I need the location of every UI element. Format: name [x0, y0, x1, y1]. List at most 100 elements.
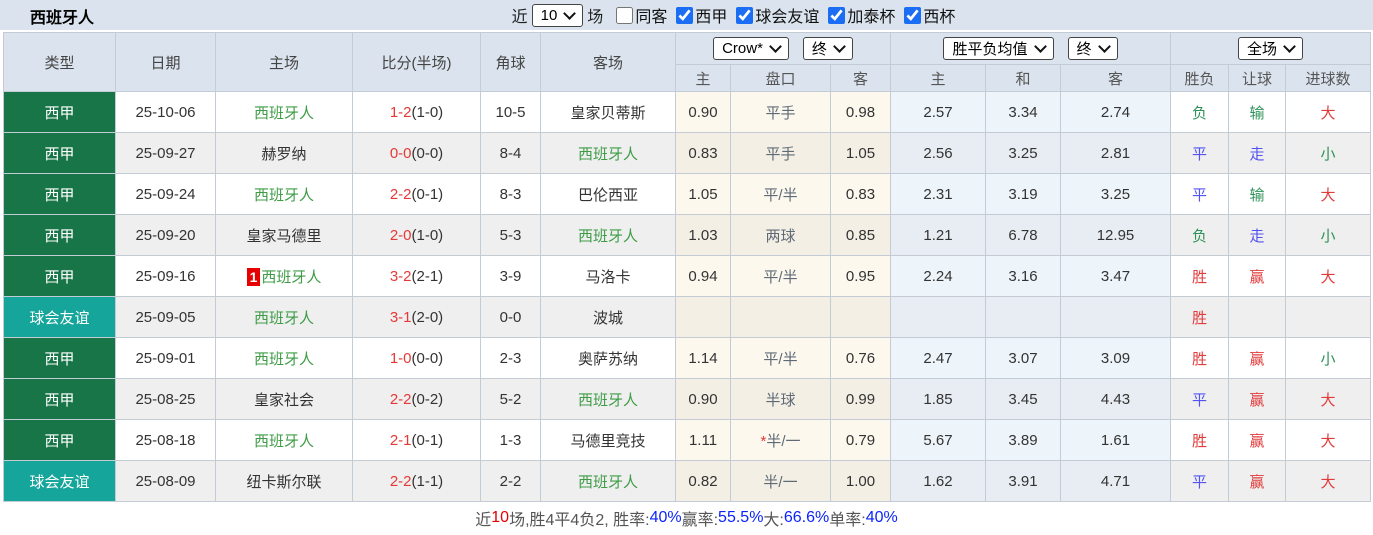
- cell-asia-away: 0.76: [831, 338, 891, 379]
- cell-date: 25-09-24: [116, 174, 216, 215]
- team-name: 巴伦西亚: [578, 187, 638, 204]
- cell-competition: 西甲: [4, 92, 116, 133]
- cell-score: 0-0(0-0): [353, 133, 481, 174]
- scope-select[interactable]: 全场: [1238, 37, 1303, 60]
- filter-controls: 近 10 场 同客 西甲 球会友谊 加泰杯 西杯: [508, 3, 956, 27]
- matches-count-select[interactable]: 10: [532, 4, 584, 27]
- summary-text: 66.6%: [784, 509, 829, 527]
- team-name: 马德里竞技: [570, 433, 645, 450]
- cell-competition: 球会友谊: [4, 297, 116, 338]
- cell-europe-away: [1061, 297, 1171, 338]
- cell-asia-away: 1.05: [831, 133, 891, 174]
- checkbox-copa-del-rey[interactable]: 西杯: [895, 3, 955, 27]
- cell-asia-line: 两球: [731, 215, 831, 256]
- cell-asia-line: 平手: [731, 133, 831, 174]
- team-name: 纽卡斯尔联: [246, 474, 321, 491]
- cell-result-wdl: 负: [1171, 215, 1229, 256]
- cell-europe-draw: 3.89: [986, 420, 1061, 461]
- cell-date: 25-09-20: [116, 215, 216, 256]
- team-name: 波城: [593, 310, 623, 327]
- cell-away-team: 马德里竞技: [541, 420, 676, 461]
- cell-away-team: 巴伦西亚: [541, 174, 676, 215]
- cell-home-team: 赫罗纳: [216, 133, 353, 174]
- cell-corners: 2-2: [481, 461, 541, 502]
- cell-asia-away: 0.95: [831, 256, 891, 297]
- cell-result-handicap: 走: [1229, 215, 1286, 256]
- cell-result-goals: 大: [1286, 420, 1371, 461]
- team-name: 西班牙人: [261, 269, 321, 286]
- laliga-checkbox[interactable]: [676, 7, 693, 24]
- cell-asia-line: 半球: [731, 379, 831, 420]
- col-header-corner: 角球: [481, 33, 541, 92]
- cell-home-team: 西班牙人: [216, 92, 353, 133]
- cell-score: 3-2(2-1): [353, 256, 481, 297]
- club-friendly-checkbox[interactable]: [736, 7, 753, 24]
- cell-date: 25-09-16: [116, 256, 216, 297]
- cell-result-goals: 大: [1286, 379, 1371, 420]
- cell-europe-away: 1.61: [1061, 420, 1171, 461]
- cell-date: 25-09-27: [116, 133, 216, 174]
- subcol-europe-draw: 和: [986, 65, 1061, 92]
- cell-result-handicap: 赢: [1229, 338, 1286, 379]
- cell-europe-home: 1.85: [891, 379, 986, 420]
- cell-asia-line: 半/一: [731, 461, 831, 502]
- cell-home-team: 纽卡斯尔联: [216, 461, 353, 502]
- cell-corners: 10-5: [481, 92, 541, 133]
- cell-europe-home: 2.57: [891, 92, 986, 133]
- rank-badge: 1: [247, 268, 261, 286]
- cell-europe-home: 5.67: [891, 420, 986, 461]
- result-group-header: 全场: [1171, 33, 1371, 65]
- same-away-checkbox[interactable]: [616, 7, 633, 24]
- avg-type-select[interactable]: 胜平负均值: [943, 37, 1053, 60]
- chevron-down-icon: [1034, 40, 1047, 53]
- cell-europe-away: 12.95: [1061, 215, 1171, 256]
- team-name: 皇家马德里: [246, 228, 321, 245]
- cell-europe-away: 3.47: [1061, 256, 1171, 297]
- cell-asia-away: 0.83: [831, 174, 891, 215]
- cell-away-team: 西班牙人: [541, 461, 676, 502]
- europe-odds-time-select[interactable]: 终: [1068, 37, 1118, 60]
- cell-away-team: 西班牙人: [541, 133, 676, 174]
- cell-home-team: 西班牙人: [216, 338, 353, 379]
- cell-competition: 西甲: [4, 174, 116, 215]
- cell-date: 25-09-01: [116, 338, 216, 379]
- checkbox-label: 球会友谊: [755, 3, 819, 27]
- checkbox-same-away[interactable]: 同客: [607, 3, 667, 27]
- cell-result-goals: 小: [1286, 215, 1371, 256]
- catalonia-cup-checkbox[interactable]: [828, 7, 845, 24]
- checkbox-label: 西杯: [923, 3, 955, 27]
- checkbox-label: 同客: [635, 3, 667, 27]
- cell-europe-draw: 3.91: [986, 461, 1061, 502]
- cell-asia-away: 1.00: [831, 461, 891, 502]
- cell-away-team: 皇家贝蒂斯: [541, 92, 676, 133]
- cell-europe-home: 1.62: [891, 461, 986, 502]
- cell-corners: 3-9: [481, 256, 541, 297]
- cell-europe-draw: [986, 297, 1061, 338]
- summary-text: 大:: [763, 506, 783, 530]
- asia-odds-group-header: Crow* 终: [676, 33, 891, 65]
- subcol-result-wdl: 胜负: [1171, 65, 1229, 92]
- cell-result-wdl: 平: [1171, 133, 1229, 174]
- summary-text: 单率:: [829, 506, 865, 530]
- team-name: 西班牙人: [578, 474, 638, 491]
- checkbox-club-friendly[interactable]: 球会友谊: [727, 3, 819, 27]
- asia-odds-time-select[interactable]: 终: [803, 37, 853, 60]
- cell-asia-away: 0.85: [831, 215, 891, 256]
- copa-del-rey-checkbox[interactable]: [904, 7, 921, 24]
- checkbox-laliga[interactable]: 西甲: [667, 3, 727, 27]
- cell-asia-line: 平/半: [731, 338, 831, 379]
- subcol-result-goals: 进球数: [1286, 65, 1371, 92]
- cell-asia-home: 1.14: [676, 338, 731, 379]
- cell-result-wdl: 平: [1171, 379, 1229, 420]
- cell-asia-line: 平/半: [731, 174, 831, 215]
- team-name: 马洛卡: [585, 269, 630, 286]
- checkbox-catalonia-cup[interactable]: 加泰杯: [819, 3, 895, 27]
- cell-europe-away: 3.25: [1061, 174, 1171, 215]
- cell-competition: 西甲: [4, 379, 116, 420]
- cell-competition: 西甲: [4, 420, 116, 461]
- cell-europe-home: 2.47: [891, 338, 986, 379]
- cell-result-goals: 大: [1286, 174, 1371, 215]
- cell-score: 2-2(1-1): [353, 461, 481, 502]
- odds-company-select[interactable]: Crow*: [713, 37, 789, 60]
- avg-type-value: 胜平负均值: [952, 38, 1027, 59]
